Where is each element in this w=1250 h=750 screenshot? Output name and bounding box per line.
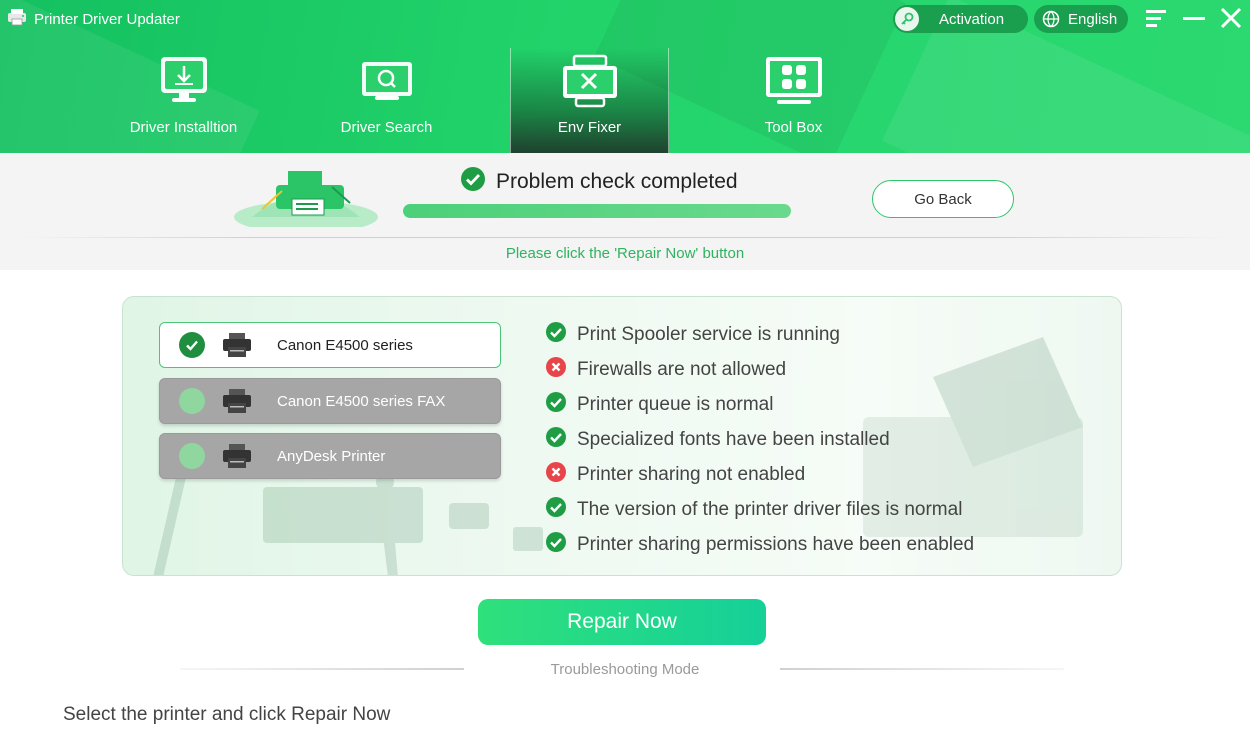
menu-icon [1145,8,1167,33]
header-bar: Printer Driver Updater Activation Englis… [0,0,1250,153]
printer-icon [221,331,253,359]
close-icon [1220,7,1242,34]
close-button[interactable] [1219,7,1243,34]
menu-button[interactable] [1144,8,1168,32]
printer-illustration [232,163,380,233]
printer-icon [221,387,253,415]
tab-tool-box[interactable]: Tool Box [714,48,873,153]
progress-fill [403,204,791,218]
check-ok-icon [545,496,567,523]
check-circle-icon [460,166,486,197]
tab-driver-search[interactable]: Driver Search [307,48,466,153]
troubleshooting-mode-link[interactable]: Troubleshooting Mode [0,661,1250,678]
footer-instruction: Select the printer and click Repair Now [63,704,391,725]
check-results-list: Print Spooler service is running Firewal… [545,317,974,562]
app-title-area: Printer Driver Updater [6,8,180,31]
check-item: Specialized fonts have been installed [545,422,974,457]
app-title: Printer Driver Updater [34,11,180,28]
check-error-icon [545,461,567,488]
activation-button[interactable]: Activation [893,5,1028,33]
printer-name: AnyDesk Printer [277,447,386,465]
globe-icon [1042,10,1060,28]
go-back-button[interactable]: Go Back [872,180,1014,218]
minimize-icon [1183,8,1205,33]
check-item: Print Spooler service is running [545,317,974,352]
grid-icon [763,54,825,113]
tab-driver-installation[interactable]: Driver Installtion [104,48,263,153]
check-ok-icon [545,531,567,558]
check-ok-icon [545,426,567,453]
repair-now-button[interactable]: Repair Now [478,599,766,645]
radio-circle-icon [179,388,205,414]
status-row: Problem check completed [460,166,738,197]
tab-env-fixer[interactable]: Env Fixer [510,48,669,153]
tab-label: Driver Installtion [129,119,238,136]
activation-label: Activation [939,10,1005,28]
tab-label: Tool Box [764,119,823,136]
check-error-icon [545,356,567,383]
printer-name: Canon E4500 series FAX [277,392,446,410]
tools-icon [560,54,620,115]
key-icon [895,7,919,31]
minimize-button[interactable] [1182,8,1206,32]
language-label: English [1068,10,1118,28]
status-title: Problem check completed [496,169,738,193]
check-item: Printer queue is normal [545,387,974,422]
tab-label: Driver Search [340,119,433,136]
check-item: The version of the printer driver files … [545,492,974,527]
printer-item-anydesk[interactable]: AnyDesk Printer [159,433,501,479]
progress-bar [403,204,791,218]
printer-item-canon-e4500-fax[interactable]: Canon E4500 series FAX [159,378,501,424]
check-panel: Canon E4500 series Canon E4500 series FA… [122,296,1122,576]
check-item: Firewalls are not allowed [545,352,974,387]
check-ok-icon [545,321,567,348]
printer-item-canon-e4500[interactable]: Canon E4500 series [159,322,501,368]
language-button[interactable]: English [1034,5,1128,33]
printer-logo-icon [6,8,28,31]
printer-name: Canon E4500 series [277,336,413,354]
repair-hint: Please click the 'Repair Now' button [505,245,745,262]
divider [20,237,1230,238]
check-item: Printer sharing permissions have been en… [545,527,974,562]
check-ok-icon [545,391,567,418]
check-item: Printer sharing not enabled [545,457,974,492]
search-icon [359,54,415,111]
download-icon [158,54,210,111]
tab-label: Env Fixer [557,119,622,136]
radio-circle-icon [179,443,205,469]
check-circle-icon [179,332,205,358]
printer-icon [221,442,253,470]
